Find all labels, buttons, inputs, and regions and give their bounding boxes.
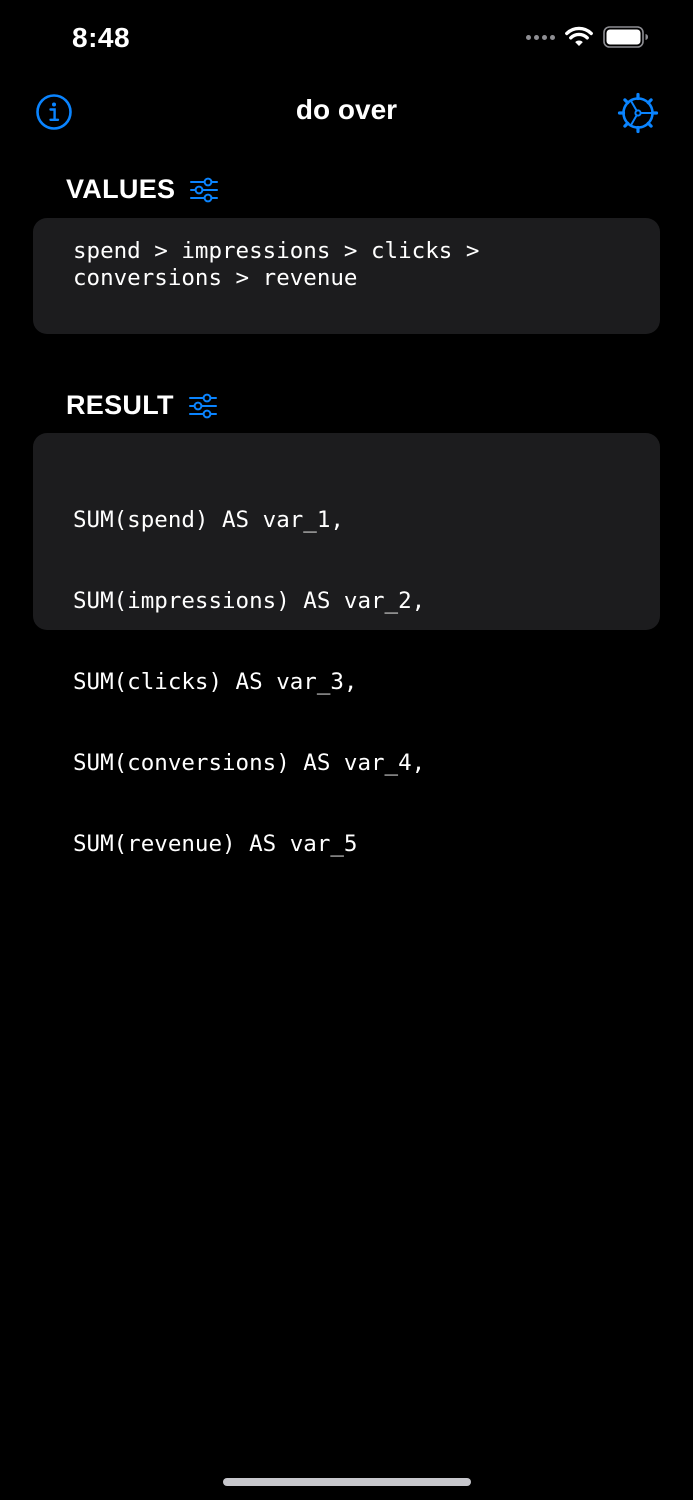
status-time: 8:48: [72, 22, 131, 53]
home-indicator[interactable]: [223, 1478, 471, 1486]
settings-button[interactable]: [617, 92, 659, 134]
values-input[interactable]: spend > impressions > clicks > conversio…: [33, 218, 660, 334]
result-heading: RESULT: [66, 390, 174, 420]
status-bar: 8:48: [0, 0, 693, 80]
result-line: SUM(conversions) AS var_4,: [73, 750, 426, 776]
result-options-button[interactable]: [188, 392, 218, 420]
page-title: do over: [295, 94, 398, 125]
values-section-header: VALUES: [66, 174, 219, 205]
result-line: SUM(spend) AS var_1,: [73, 507, 344, 533]
sliders-icon: [190, 177, 219, 202]
result-line: SUM(revenue) AS var_5: [73, 831, 358, 857]
result-line: SUM(impressions) AS var_2,: [73, 588, 426, 614]
result-output[interactable]: SUM(spend) AS var_1, SUM(impressions) AS…: [33, 433, 660, 857]
battery-icon: [603, 26, 648, 48]
navigation-bar: do over: [0, 80, 693, 144]
sliders-icon: [188, 393, 217, 418]
gear-icon: [617, 92, 659, 134]
status-icons: [526, 26, 649, 48]
result-line: SUM(clicks) AS var_3,: [73, 669, 358, 695]
values-options-button[interactable]: [189, 176, 219, 204]
values-heading: VALUES: [66, 174, 176, 204]
cellular-signal-icon: [526, 34, 555, 40]
wifi-icon: [565, 26, 593, 46]
result-section-header: RESULT: [66, 390, 218, 421]
